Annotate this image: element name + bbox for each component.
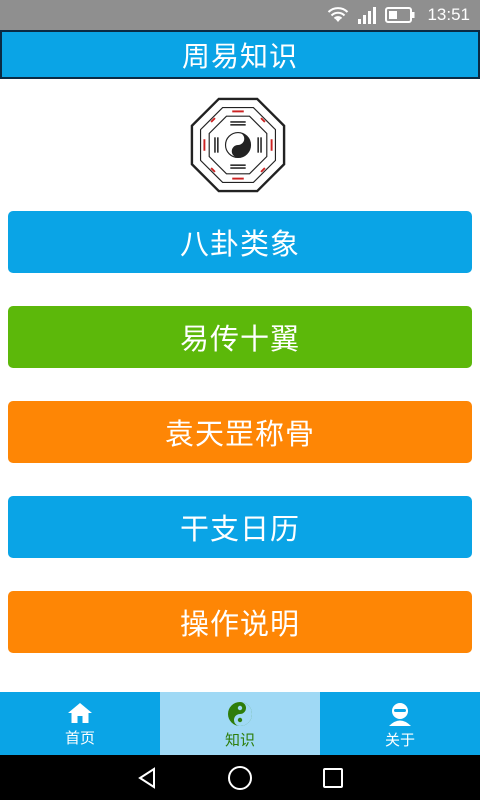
status-bar: 13:51: [0, 0, 480, 30]
system-nav-bar: [0, 755, 480, 800]
menu-item-label: 袁天罡称骨: [164, 417, 315, 451]
recents-icon: [323, 767, 344, 788]
battery-icon: [385, 7, 415, 23]
bagua-leixiang-button[interactable]: 八卦类象: [8, 211, 472, 273]
person-icon: [389, 703, 411, 726]
ganzhi-calendar-button[interactable]: 干支日历: [8, 496, 472, 558]
tab-label: 知识: [224, 731, 255, 749]
bottom-tab-bar: 首页 知识 关于: [0, 692, 480, 755]
status-time: 13:51: [427, 5, 470, 24]
home-icon: [68, 703, 92, 723]
menu-item-label: 八卦类象: [179, 227, 300, 261]
menu-item-label: 干支日历: [179, 512, 300, 546]
home-nav-button[interactable]: [220, 758, 260, 798]
wifi-icon: [328, 7, 349, 22]
back-button[interactable]: [127, 758, 167, 798]
back-icon: [137, 766, 155, 789]
bagua-taiji-icon: [190, 97, 286, 193]
instructions-button[interactable]: 操作说明: [8, 591, 472, 653]
tab-label: 首页: [64, 729, 95, 747]
yin-yang-icon: [228, 702, 252, 726]
recents-button[interactable]: [313, 758, 353, 798]
tab-knowledge[interactable]: 知识: [160, 692, 320, 755]
menu-item-label: 操作说明: [179, 607, 300, 641]
signal-icon: [358, 7, 377, 24]
yuantiangang-chenggu-button[interactable]: 袁天罡称骨: [8, 401, 472, 463]
home-circle-icon: [227, 765, 252, 790]
tab-home[interactable]: 首页: [0, 692, 160, 755]
page-title: 周易知识: [181, 39, 298, 73]
title-bar: 周易知识: [0, 30, 480, 79]
yizhuan-shiyi-button[interactable]: 易传十翼: [8, 306, 472, 368]
menu-item-label: 易传十翼: [179, 322, 300, 356]
tab-about[interactable]: 关于: [320, 692, 480, 755]
tab-label: 关于: [384, 731, 415, 749]
